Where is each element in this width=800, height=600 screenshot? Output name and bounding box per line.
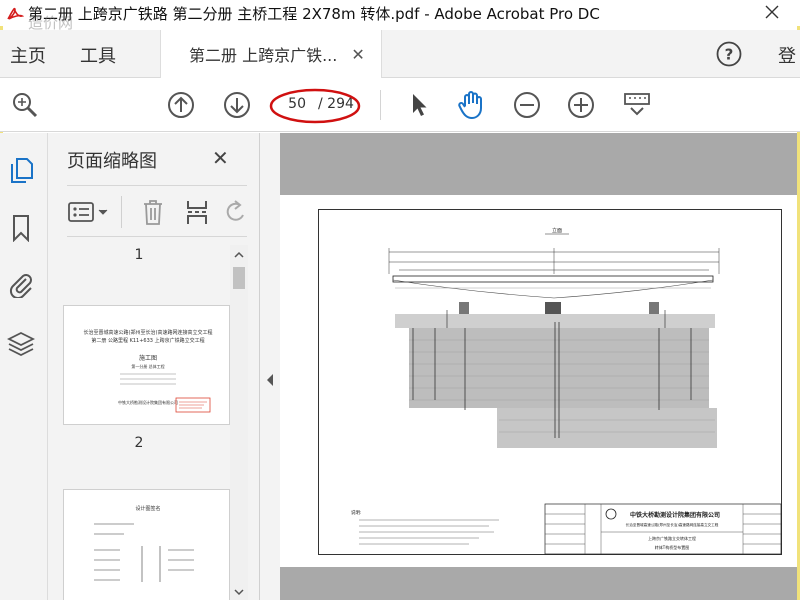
zoom-search-button[interactable] — [10, 90, 40, 120]
bookmark-icon — [13, 215, 29, 242]
attachments-button[interactable] — [6, 269, 36, 299]
acrobat-logo-icon — [4, 2, 26, 24]
thumbnails-icon — [11, 158, 33, 183]
thumbnail-options-button[interactable] — [67, 198, 111, 226]
thumbnail-2-line-2: 第二册 公路里程 K11+633 上跨京广铁路立交工程 — [91, 337, 204, 344]
window-close-button[interactable] — [762, 2, 782, 22]
plus-circle-icon — [568, 92, 594, 118]
main-toolbar: / 294 — [0, 78, 800, 132]
zoom-in-button[interactable] — [566, 90, 596, 120]
titleblock-project: 长治至晋城高速公路(郑州至长治)高速路网连接高立交工程 — [626, 522, 719, 527]
insert-page-button[interactable] — [183, 198, 211, 226]
notes-heading: 说明: — [351, 509, 362, 516]
previous-page-area — [280, 133, 797, 193]
insert-page-icon — [187, 201, 207, 224]
thumbnail-2-line-3: 施工图 — [139, 354, 157, 362]
page-total-count: / 294 — [318, 96, 354, 112]
thumbnail-2-company: 中铁大桥勘测设计院集团有限公司 — [118, 399, 178, 405]
menu-tools[interactable]: 工具 — [80, 42, 116, 68]
titleblock-subtitle: 上跨京广铁路立交转体工程 — [648, 535, 696, 541]
page-layout-icon — [624, 93, 650, 116]
thumbnail-2-content: 长治至晋城高速公路(郑州至长治)高速路网连接高立交工程 第二册 公路里程 K11… — [84, 329, 213, 413]
document-tab[interactable]: 第二册 上跨京广铁... ✕ — [160, 30, 382, 78]
thumbnail-3-line-1: 设计图签名 — [135, 505, 160, 512]
hand-tool-button[interactable] — [456, 90, 486, 120]
select-tool-button[interactable] — [404, 90, 434, 120]
zoom-out-button[interactable] — [512, 90, 542, 120]
panel-collapse-strip — [260, 133, 280, 600]
drawing-title: 立面 — [552, 227, 562, 234]
titleblock-company: 中铁大桥勘测设计院集团有限公司 — [630, 511, 720, 519]
thumbnail-toolbar — [67, 185, 247, 237]
tab-close-icon[interactable]: ✕ — [351, 45, 364, 64]
bookmarks-button[interactable] — [6, 213, 36, 243]
scrollbar-thumb[interactable] — [233, 267, 245, 289]
arrow-up-circle-icon — [168, 92, 194, 118]
pointer-arrow-icon — [413, 94, 427, 116]
title-bar: 第二册 上跨京广铁路 第二分册 主桥工程 2X78m 转体.pdf - Adob… — [0, 0, 800, 32]
document-tab-label: 第二册 上跨京广铁... — [189, 46, 338, 65]
menu-tab-row: 主页 工具 第二册 上跨京广铁... ✕ ? 登 — [0, 30, 800, 78]
delete-page-button[interactable] — [139, 198, 167, 226]
thumbnail-2-line-4: 第一分册 总体工程 — [131, 363, 164, 369]
titleblock-drawing-name: 转体T构桥型布置图 — [655, 544, 689, 550]
options-menu-icon — [68, 202, 108, 222]
thumbnail-page-3[interactable]: 设计图签名 — [63, 489, 230, 600]
collapse-left-arrow-icon[interactable] — [265, 373, 275, 387]
thumbnail-2-line-1: 长治至晋城高速公路(郑州至长治)高速路网连接高立交工程 — [84, 329, 213, 336]
next-page-button[interactable] — [222, 90, 252, 120]
left-navigation-rail — [0, 133, 48, 600]
sign-in-link[interactable]: 登 — [778, 42, 796, 68]
document-view[interactable]: 立面 说明: 中铁大桥勘测设计院集团有限公司 长治至晋城高速公路(郑州至长治)高… — [280, 133, 797, 600]
thumbnail-page-number: 1 — [134, 247, 144, 263]
scroll-up-arrow-icon[interactable] — [230, 249, 248, 261]
thumbnail-scrollbar[interactable] — [230, 245, 248, 600]
toolbar-separator — [380, 90, 381, 120]
engineering-drawing: 立面 说明: 中铁大桥勘测设计院集团有限公司 长治至晋城高速公路(郑州至长治)高… — [318, 209, 782, 555]
trash-icon — [144, 200, 162, 225]
thumbnail-list: 1 长治至晋城高速公路(郑州至长治)高速路网连接高立交工程 第二册 公路里程 K… — [48, 245, 230, 600]
rotate-icon — [226, 200, 244, 221]
drawing-graphic: 立面 说明: 中铁大桥勘测设计院集团有限公司 长治至晋城高速公路(郑州至长治)高… — [351, 227, 782, 555]
thumbnail-3-content: 设计图签名 — [94, 505, 194, 582]
page-display-button[interactable] — [622, 90, 652, 120]
document-page: 立面 说明: 中铁大桥勘测设计院集团有限公司 长治至晋城高速公路(郑州至长治)高… — [280, 195, 797, 567]
thumbnail-page-2[interactable]: 长治至晋城高速公路(郑州至长治)高速路网连接高立交工程 第二册 公路里程 K11… — [63, 305, 230, 425]
svg-text:?: ? — [725, 46, 734, 64]
scroll-down-arrow-icon[interactable] — [230, 586, 248, 598]
panel-close-icon[interactable]: ✕ — [212, 146, 229, 170]
page-number-input[interactable] — [278, 96, 310, 112]
next-page-area — [280, 567, 797, 600]
page-navigator: / 294 — [278, 90, 358, 118]
hand-icon — [458, 91, 482, 119]
previous-page-button[interactable] — [166, 90, 196, 120]
thumbnail-toolbar-divider — [121, 196, 122, 228]
magnifier-icon — [13, 93, 38, 118]
layers-button[interactable] — [6, 329, 36, 359]
paperclip-icon — [9, 274, 32, 298]
minus-circle-icon — [514, 92, 540, 118]
layers-icon — [7, 331, 35, 357]
help-icon[interactable]: ? — [716, 41, 742, 67]
arrow-down-circle-icon — [224, 92, 250, 118]
page-thumbnails-panel: 页面缩略图 ✕ 1 长治至晋城高速公路(郑州至长治)高速路网连接高立交工程 第二… — [48, 133, 260, 600]
thumbnail-page-number: 2 — [134, 435, 144, 451]
page-thumbnails-button[interactable] — [6, 155, 36, 185]
close-icon — [765, 5, 779, 19]
window-title: 第二册 上跨京广铁路 第二分册 主桥工程 2X78m 转体.pdf - Adob… — [28, 4, 600, 23]
rotate-page-button[interactable] — [223, 198, 247, 226]
menu-home[interactable]: 主页 — [10, 42, 46, 68]
panel-title: 页面缩略图 — [67, 151, 157, 172]
